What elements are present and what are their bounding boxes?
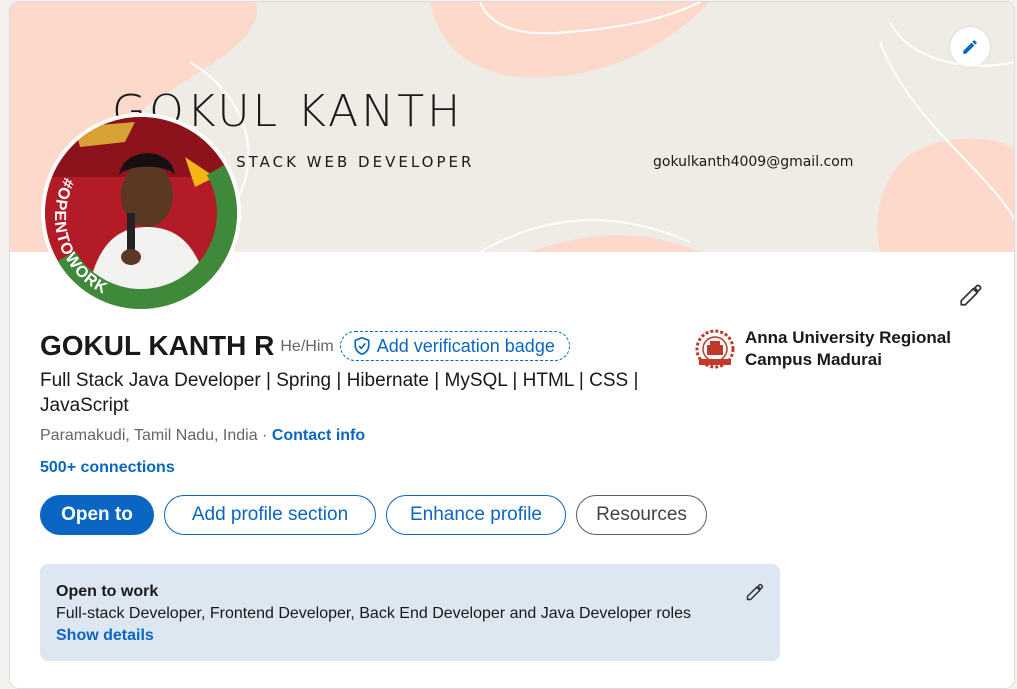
profile-location: Paramakudi, Tamil Nadu, India xyxy=(40,427,258,444)
open-to-work-title: Open to work xyxy=(56,583,159,600)
education-name: Anna University Regional Campus Madurai xyxy=(745,328,951,369)
resources-button[interactable]: Resources xyxy=(576,495,707,535)
enhance-profile-button[interactable]: Enhance profile xyxy=(386,495,566,535)
verification-label: Add verification badge xyxy=(376,335,555,356)
profile-actions: Open to Add profile section Enhance prof… xyxy=(40,495,707,535)
edit-intro-button[interactable] xyxy=(954,278,988,312)
banner-email-text: gokulkanth4009@gmail.com xyxy=(653,154,854,170)
shield-check-icon xyxy=(354,336,370,356)
open-to-work-roles: Full-stack Developer, Frontend Developer… xyxy=(56,605,691,622)
open-to-button[interactable]: Open to xyxy=(40,495,154,535)
name-row: GOKUL KANTH R He/Him Add verification ba… xyxy=(40,330,570,362)
university-logo-icon xyxy=(695,329,735,369)
contact-info-link[interactable]: Contact info xyxy=(272,427,365,444)
edit-banner-button[interactable] xyxy=(950,27,990,67)
profile-avatar[interactable]: #OPENTOWORK xyxy=(41,113,241,313)
add-verification-badge-button[interactable]: Add verification badge xyxy=(339,331,570,361)
connections-link[interactable]: 500+ connections xyxy=(40,459,175,477)
avatar-photo: #OPENTOWORK xyxy=(45,117,237,309)
profile-pronouns: He/Him xyxy=(280,338,334,355)
pencil-icon xyxy=(960,284,982,306)
pencil-icon xyxy=(746,583,764,601)
add-profile-section-button[interactable]: Add profile section xyxy=(164,495,376,535)
location-row: Paramakudi, Tamil Nadu, India · Contact … xyxy=(40,427,365,445)
profile-name: GOKUL KANTH R xyxy=(40,330,275,361)
open-to-work-card[interactable]: Open to work Full-stack Developer, Front… xyxy=(40,564,780,661)
pencil-icon xyxy=(963,40,977,54)
profile-headline: Full Stack Java Developer | Spring | Hib… xyxy=(40,370,639,416)
education-item[interactable]: Anna University Regional Campus Madurai xyxy=(695,327,965,371)
show-details-link[interactable]: Show details xyxy=(56,625,764,647)
location-separator: · xyxy=(257,427,272,444)
profile-card: GOKUL KANTH FULL STACK WEB DEVELOPER gok… xyxy=(9,1,1015,689)
edit-open-to-work-button[interactable] xyxy=(743,580,767,604)
